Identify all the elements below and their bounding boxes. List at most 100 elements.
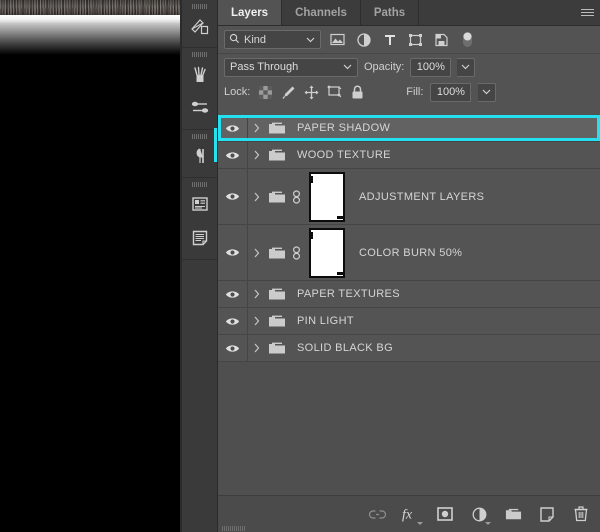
layer-visibility-toggle[interactable]	[218, 308, 248, 334]
pixel-layer-filter-icon[interactable]	[328, 30, 347, 49]
paragraph-panel-icon[interactable]	[182, 139, 217, 173]
eye-icon	[225, 151, 240, 159]
filter-kind-select[interactable]: Kind	[224, 30, 321, 49]
layer-visibility-toggle[interactable]	[218, 169, 248, 224]
table-row[interactable]: PAPER TEXTURES	[218, 281, 600, 308]
delete-layer-icon[interactable]	[572, 505, 590, 523]
blend-mode-select[interactable]: Pass Through	[224, 57, 358, 77]
fill-stepper[interactable]	[478, 82, 497, 102]
eye-icon	[225, 124, 240, 132]
chevron-right-icon	[254, 289, 259, 299]
group-disclosure-triangle[interactable]	[248, 123, 265, 133]
group-disclosure-triangle[interactable]	[248, 316, 265, 326]
properties-panel-icon[interactable]	[182, 187, 217, 221]
tab-layers[interactable]: Layers	[218, 0, 283, 25]
mask-link-icon[interactable]	[289, 245, 303, 260]
layer-name[interactable]: PAPER TEXTURES	[289, 288, 600, 300]
layers-panel[interactable]: Layers Channels Paths Kind Pass Through …	[218, 0, 600, 532]
lock-artboard-nesting-icon[interactable]	[326, 84, 342, 100]
add-layer-mask-icon[interactable]	[436, 505, 454, 523]
group-disclosure-triangle[interactable]	[248, 343, 265, 353]
layer-visibility-toggle[interactable]	[218, 335, 248, 361]
lock-transparent-pixels-icon[interactable]	[257, 84, 273, 100]
brush-settings-panel-icon[interactable]	[182, 91, 217, 125]
layer-visibility-toggle[interactable]	[218, 281, 248, 307]
paper-edge-band	[0, 15, 182, 23]
dock-grip[interactable]	[182, 130, 217, 139]
solid-black-background	[0, 55, 182, 532]
lock-image-pixels-icon[interactable]	[280, 84, 296, 100]
group-disclosure-triangle[interactable]	[248, 150, 265, 160]
dock-grip[interactable]	[182, 0, 217, 9]
layers-bottom-toolbar: fx	[218, 495, 600, 532]
caret-down-icon	[485, 522, 491, 525]
chevron-right-icon	[254, 123, 259, 133]
fill-input[interactable]: 100%	[430, 82, 472, 102]
new-group-icon[interactable]	[504, 505, 522, 523]
group-disclosure-triangle[interactable]	[248, 192, 265, 202]
layer-name[interactable]: SOLID BLACK BG	[289, 342, 600, 354]
opacity-input[interactable]: 100%	[410, 57, 452, 77]
table-row[interactable]: COLOR BURN 50%	[218, 225, 600, 281]
table-row[interactable]: PAPER SHADOW	[218, 115, 600, 142]
new-layer-icon[interactable]	[538, 505, 556, 523]
chevron-right-icon	[254, 316, 259, 326]
filter-kind-label: Kind	[244, 33, 267, 46]
tab-paths-label: Paths	[373, 6, 406, 19]
dock-grip[interactable]	[182, 178, 217, 187]
fill-value: 100%	[436, 86, 465, 98]
group-disclosure-triangle[interactable]	[248, 289, 265, 299]
brushes-panel-icon[interactable]	[182, 57, 217, 91]
type-layer-filter-icon[interactable]	[380, 30, 399, 49]
layer-mask-thumbnail[interactable]	[303, 227, 351, 278]
shape-layer-filter-icon[interactable]	[406, 30, 425, 49]
group-folder-icon	[265, 148, 289, 162]
lock-position-icon[interactable]	[303, 84, 319, 100]
notes-panel-icon[interactable]	[182, 221, 217, 255]
layer-mask-thumbnail[interactable]	[303, 171, 351, 222]
layer-visibility-toggle[interactable]	[218, 225, 248, 280]
tab-channels[interactable]: Channels	[282, 0, 361, 25]
dock-grip[interactable]	[182, 48, 217, 57]
svg-text:fx: fx	[402, 508, 413, 523]
chevron-down-icon[interactable]	[343, 61, 352, 73]
hamburger-menu-icon[interactable]	[574, 0, 600, 25]
layer-visibility-toggle[interactable]	[218, 142, 248, 168]
new-adjustment-layer-icon[interactable]	[470, 505, 491, 525]
table-row[interactable]: SOLID BLACK BG	[218, 335, 600, 362]
group-disclosure-triangle[interactable]	[248, 248, 265, 258]
layer-filter-row: Kind	[218, 26, 600, 54]
layer-list[interactable]: PAPER SHADOW WOOD TEXTURE ADJUSTMENT LAY…	[218, 115, 600, 522]
styles-panel-icon[interactable]	[182, 9, 217, 43]
collapsed-panel-dock[interactable]	[182, 0, 218, 532]
layer-styles-fx-icon[interactable]: fx	[402, 505, 423, 525]
chevron-down-icon[interactable]	[306, 34, 315, 46]
dock-group-brushes	[182, 48, 217, 130]
filter-toggle-switch[interactable]	[458, 30, 477, 49]
caret-down-icon	[417, 522, 423, 525]
opacity-stepper[interactable]	[457, 57, 476, 77]
panel-tab-bar: Layers Channels Paths	[218, 0, 600, 26]
lock-all-icon[interactable]	[349, 84, 365, 100]
smart-object-filter-icon[interactable]	[432, 30, 451, 49]
table-row[interactable]: WOOD TEXTURE	[218, 142, 600, 169]
tab-bar-filler	[419, 0, 574, 25]
eye-icon	[225, 290, 240, 298]
layer-name[interactable]: PIN LIGHT	[289, 315, 600, 327]
layer-name[interactable]: PAPER SHADOW	[289, 122, 600, 134]
tab-channels-label: Channels	[295, 6, 347, 19]
opacity-label: Opacity:	[364, 61, 405, 73]
table-row[interactable]: ADJUSTMENT LAYERS	[218, 169, 600, 225]
adjustment-layer-filter-icon[interactable]	[354, 30, 373, 49]
lock-row: Lock: Fill: 100%	[218, 80, 600, 104]
document-canvas[interactable]	[0, 0, 182, 532]
layer-name[interactable]: ADJUSTMENT LAYERS	[351, 191, 600, 203]
mask-link-icon[interactable]	[289, 189, 303, 204]
layer-name[interactable]: COLOR BURN 50%	[351, 247, 600, 259]
panel-resize-grip[interactable]	[222, 526, 245, 531]
layer-name[interactable]: WOOD TEXTURE	[289, 149, 600, 161]
link-layers-icon[interactable]	[368, 505, 386, 523]
tab-paths[interactable]: Paths	[360, 0, 420, 25]
table-row[interactable]: PIN LIGHT	[218, 308, 600, 335]
layer-visibility-toggle[interactable]	[218, 115, 248, 141]
